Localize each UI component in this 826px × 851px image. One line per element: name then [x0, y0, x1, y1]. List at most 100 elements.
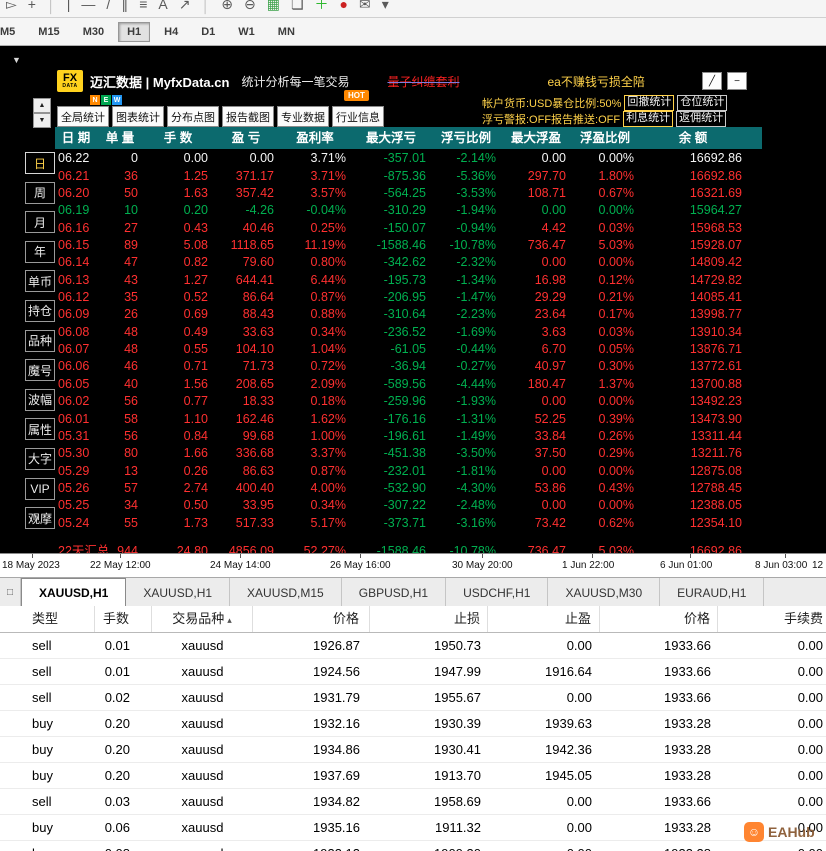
- order-row[interactable]: sell 0.01 xauusd 1926.87 1950.73 0.00 1933.66 0…: [0, 633, 826, 659]
- terminal-col-header[interactable]: 手续费: [718, 606, 826, 632]
- stats-col-header: 最大浮盈: [510, 131, 561, 145]
- terminal-orders: 类型 手数 交易品种 ▴ 价格 止损 止盈 价格 手续费 sell 0.01 xauusd 1926.…: [0, 606, 826, 851]
- horizontal-line-icon[interactable]: —: [81, 0, 95, 15]
- order-row[interactable]: sell 0.01 xauusd 1924.56 1947.99 1916.64 1933.…: [0, 659, 826, 685]
- sidebar-item-1[interactable]: 日: [25, 152, 55, 174]
- chart-tab-list-icon[interactable]: □: [0, 578, 21, 607]
- terminal-col-header[interactable]: 类型: [0, 606, 95, 632]
- time-label: 6 Jun 01:00: [660, 560, 713, 571]
- trendline-icon[interactable]: /: [106, 0, 110, 15]
- timeframe-w1[interactable]: W1: [229, 22, 264, 42]
- chart-tab-1[interactable]: XAUUSD,H1: [21, 578, 127, 607]
- sidebar-item-2[interactable]: 周: [25, 181, 55, 204]
- stats-row: 06.02 56 0.77 18.33 0.18% -259.96 -1.93% 0.00 0.…: [58, 394, 742, 409]
- order-row[interactable]: buy 0.06 xauusd 1935.16 1911.32 0.00 1933.28 0.…: [0, 815, 826, 841]
- order-row[interactable]: sell 0.03 xauusd 1934.82 1958.69 0.00 1933.66 0…: [0, 789, 826, 815]
- sidebar-item-5[interactable]: 单币: [25, 270, 55, 293]
- terminal-col-header[interactable]: 手数: [95, 606, 152, 632]
- chart-tab-6[interactable]: XAUUSD,M30: [548, 578, 661, 607]
- stats-row: 06.21 36 1.25 371.17 3.71% -875.36 -5.36% 297.7…: [58, 168, 742, 183]
- chart-tab-2[interactable]: XAUUSD,H1: [126, 578, 231, 607]
- terminal-col-header[interactable]: 止盈: [488, 606, 600, 632]
- stats-col-header: 日 期: [61, 131, 91, 145]
- zoom-in-icon[interactable]: ⊕: [221, 0, 233, 15]
- timeframe-m5[interactable]: M5: [0, 22, 24, 42]
- sidebar-item-4[interactable]: 年: [25, 240, 55, 263]
- panel-tab-2[interactable]: 图表统计: [112, 106, 164, 127]
- chart-tab-3[interactable]: XAUUSD,M15: [230, 578, 342, 607]
- order-row[interactable]: sell 0.02 xauusd 1931.79 1955.67 0.00 1933.66 0…: [0, 685, 826, 711]
- panel-edit-button[interactable]: ╱: [702, 72, 722, 90]
- stats-col-header: 浮盈比例: [579, 131, 630, 145]
- sidebar-item-7[interactable]: 品种: [25, 329, 55, 352]
- panel-tab-6[interactable]: 行业信息: [332, 106, 384, 127]
- panel-minimize-button[interactable]: −: [727, 72, 747, 90]
- cursor-icon[interactable]: ▻: [6, 0, 17, 15]
- stats-col-header: 余 额: [678, 131, 708, 145]
- sidebar-expander[interactable]: ∨: [33, 512, 40, 523]
- terminal-col-header[interactable]: 价格: [253, 606, 370, 632]
- mail-icon[interactable]: ✉: [359, 0, 371, 15]
- order-row[interactable]: buy 0.20 xauusd 1937.69 1913.70 1945.05 1933.2…: [0, 763, 826, 789]
- terminal-col-header[interactable]: 止损: [370, 606, 488, 632]
- sidebar-item-8[interactable]: 魔号: [25, 359, 55, 382]
- chart-collapse-icon[interactable]: ▼: [12, 55, 21, 65]
- new-order-icon[interactable]: ＋: [315, 0, 329, 15]
- chart-type-icon[interactable]: ▦: [267, 0, 280, 15]
- order-row[interactable]: buy 0.20 xauusd 1932.16 1930.39 1939.63 1933.2…: [0, 711, 826, 737]
- panel-scroll-down-button[interactable]: ▼: [33, 113, 51, 128]
- panel-tab-3[interactable]: 分布点图: [167, 106, 219, 127]
- rebate-stats-button[interactable]: 返佣统计: [676, 110, 727, 127]
- time-label: 24 May 14:00: [210, 560, 271, 571]
- fibonacci-icon[interactable]: ≡: [139, 0, 147, 15]
- timeframe-m15[interactable]: M15: [29, 22, 68, 42]
- stats-row: 05.30 80 1.66 336.68 3.37% -451.38 -3.50% 37.50…: [58, 446, 742, 461]
- timeframe-bar-container: M5 M15 M30 H1 H4 D1 W1 MN: [0, 18, 826, 46]
- time-axis[interactable]: 18 May 2023 22 May 12:00 24 May 14:00 26 Ma…: [0, 553, 826, 578]
- terminal-col-header[interactable]: 交易品种 ▴: [152, 606, 253, 632]
- drawdown-stats-button[interactable]: 回撤统计: [624, 94, 675, 111]
- crosshair-icon[interactable]: +: [28, 0, 36, 15]
- text-icon[interactable]: A: [158, 0, 167, 15]
- eahub-watermark: ☺ EAHub: [744, 822, 815, 842]
- top-toolbar: ▻ + │ | — / ∥ ≡ A ↗ │ ⊕ ⊖ ▦ ❏ ＋ ● ✉ ▾: [0, 0, 826, 18]
- chart-area[interactable]: ▼ FX DATA 迈汇数据 | MyfxData.cn 统计分析每一笔交易 量…: [0, 46, 826, 553]
- panel-tab-5[interactable]: 专业数据: [277, 106, 329, 127]
- stats-table-body: 06.22 0 0.00 0.00 3.71% -357.01 -2.14% 0.00 0.00…: [55, 150, 747, 532]
- chart-tab-7[interactable]: EURAUD,H1: [660, 578, 765, 607]
- panel-scroll-up-button[interactable]: ▲: [33, 98, 51, 113]
- sidebar-item-10[interactable]: 属性: [25, 418, 55, 441]
- order-row[interactable]: buy0.08xauusd1933.121909.300.001933.280.…: [0, 841, 826, 851]
- chart-tab-4[interactable]: GBPUSD,H1: [342, 578, 447, 607]
- hot-badge: HOT: [344, 90, 369, 101]
- timeframe-mn[interactable]: MN: [269, 22, 304, 42]
- arrow-tool-icon[interactable]: ↗: [179, 0, 191, 15]
- autotrade-icon[interactable]: ●: [340, 0, 348, 15]
- channel-icon[interactable]: ∥: [121, 0, 128, 15]
- zoom-out-icon[interactable]: ⊖: [244, 0, 256, 15]
- timeframe-h4[interactable]: H4: [155, 22, 187, 42]
- tile-windows-icon[interactable]: ❏: [291, 0, 304, 15]
- position-stats-button[interactable]: 仓位统计: [677, 94, 728, 111]
- stats-table-header: 日 期单 量 手 数 盈 亏 盈利率 最大浮亏 浮亏比例 最大浮盈 浮盈比例 余 额: [55, 127, 762, 149]
- toolbar-icons: ▻ + │ | — / ∥ ≡ A ↗ │ ⊕ ⊖ ▦ ❏ ＋ ● ✉ ▾: [6, 0, 389, 17]
- chart-tab-5[interactable]: USDCHF,H1: [446, 578, 549, 607]
- sidebar-item-9[interactable]: 波幅: [25, 388, 55, 411]
- order-row[interactable]: buy 0.20 xauusd 1934.86 1930.41 1942.36 1933.2…: [0, 737, 826, 763]
- timeframe-h1[interactable]: H1: [118, 21, 151, 42]
- vertical-line-icon[interactable]: |: [67, 0, 71, 15]
- sidebar-item-6[interactable]: 持仓: [25, 299, 55, 322]
- sidebar-item-3[interactable]: 月: [25, 211, 55, 234]
- interest-stats-button[interactable]: 利息统计: [623, 110, 674, 127]
- stats-row: 06.19 10 0.20 -4.26 -0.04% -310.29 -1.94% 0.00 0…: [58, 203, 742, 218]
- dropdown-icon[interactable]: ▾: [382, 0, 389, 15]
- sidebar-item-11[interactable]: 大字: [25, 447, 55, 470]
- panel-tab-4[interactable]: 报告截图: [222, 106, 274, 127]
- panel-tab-1[interactable]: 全局统计: [57, 106, 109, 127]
- terminal-col-header[interactable]: 价格: [600, 606, 718, 632]
- timeframe-d1[interactable]: D1: [192, 22, 224, 42]
- stats-row: 06.22 0 0.00 0.00 3.71% -357.01 -2.14% 0.00 0.00…: [58, 151, 742, 166]
- axis-tick: [482, 554, 483, 558]
- sidebar-item-12[interactable]: VIP: [25, 477, 55, 500]
- timeframe-m30[interactable]: M30: [74, 22, 113, 42]
